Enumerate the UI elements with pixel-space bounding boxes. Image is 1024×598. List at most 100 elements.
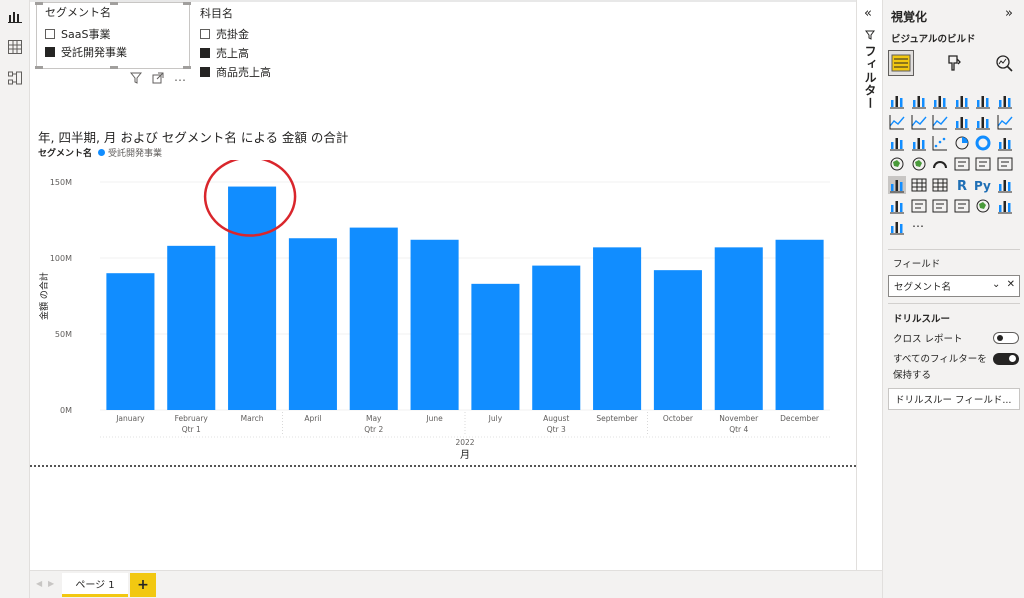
checkbox[interactable] [200,48,210,58]
x-tick-label: October [663,414,694,423]
bar-april [288,238,337,410]
legend-marker [98,149,106,156]
filter-icon[interactable] [129,72,143,87]
multirow-card-icon[interactable] [974,155,992,173]
power-automate-icon[interactable] [888,218,906,236]
format-tab[interactable] [941,50,967,76]
bar-february [167,245,216,410]
chart-title: 年, 四半期, 月 および セグメント名 による 金額 の合計 [38,130,349,145]
smart-narrative-icon[interactable] [931,197,949,215]
analytics-tab[interactable] [991,50,1017,76]
resize-handle[interactable] [35,66,43,69]
account-slicer[interactable]: 科目名 売掛金 売上高 商品売上高 [200,2,300,80]
next-page-icon[interactable]: ▶ [48,579,54,588]
resize-handle[interactable] [110,2,118,5]
donut-chart-icon[interactable] [974,134,992,152]
funnel-icon[interactable] [910,134,928,152]
more-options-icon[interactable]: ⋯ [174,73,186,87]
more-visuals-icon[interactable]: ⋯ [910,218,928,236]
prev-page-icon[interactable]: ◀ [36,579,42,588]
fields-label: フィールド [893,259,941,270]
cross-report-toggle[interactable] [993,332,1019,344]
filter-pane-collapsed[interactable]: « フィルター [856,0,882,570]
map-icon[interactable] [888,155,906,173]
decomposition-tree-icon[interactable] [888,197,906,215]
ribbon-chart-icon[interactable] [996,113,1014,131]
slicer-item-receivable[interactable]: 売掛金 [200,26,249,42]
stacked-bar-icon[interactable] [888,92,906,110]
svg-text:R: R [957,179,967,194]
expand-icon[interactable]: » [1005,6,1013,21]
arcgis-map-icon[interactable] [974,197,992,215]
line-stacked-column-icon[interactable] [953,113,971,131]
resize-handle[interactable] [110,66,118,69]
clustered-column-icon[interactable] [953,92,971,110]
close-icon[interactable]: ✕ [1007,279,1015,290]
bar-december [775,239,824,410]
slicer-title: セグメント名 [45,6,111,19]
slicer-item-label: 商品売上高 [216,66,271,79]
line-clustered-column-icon[interactable] [974,113,992,131]
pie-chart-icon[interactable] [953,134,971,152]
slicer-item-label: 受託開発事業 [61,46,127,59]
checkbox[interactable] [200,67,210,77]
power-apps-icon[interactable] [996,197,1014,215]
fields-tab[interactable] [888,50,914,76]
divider [888,249,1020,250]
line-chart-icon[interactable] [888,113,906,131]
slicer-icon[interactable] [888,176,906,194]
scatter-icon[interactable] [931,134,949,152]
resize-handle[interactable] [35,2,43,5]
legend-item[interactable]: 受託開発事業 [108,146,162,159]
matrix-icon[interactable] [931,176,949,194]
qna-icon[interactable] [910,197,928,215]
collapse-icon[interactable]: « [864,6,872,21]
filled-map-icon[interactable] [910,155,928,173]
slicer-item-contract-dev[interactable]: 受託開発事業 [45,44,127,60]
key-influencers-icon[interactable] [996,176,1014,194]
checkbox[interactable] [45,29,55,39]
filter-pane-label[interactable]: フィルター [862,45,879,110]
bar-march [228,186,277,410]
stacked-column-icon[interactable] [910,92,928,110]
treemap-icon[interactable] [996,134,1014,152]
bar-july [471,283,520,410]
card-icon[interactable] [953,155,971,173]
checkbox[interactable] [200,29,210,39]
app-window: セグメント名 SaaS事業 受託開発事業 ⋯ 科目名 売掛金 売上高 商品売上高… [0,0,1024,598]
bar-january [106,273,155,410]
view-nav [0,0,30,598]
area-chart-icon[interactable] [910,113,928,131]
field-well-segment[interactable]: セグメント名 ⌄ ✕ [888,275,1020,297]
stacked-column-100-icon[interactable] [996,92,1014,110]
gauge-icon[interactable] [931,155,949,173]
divider [888,303,1020,304]
checkbox[interactable] [45,47,55,57]
y-tick-label: 100M [50,254,72,263]
table-icon[interactable] [910,176,928,194]
kpi-icon[interactable] [996,155,1014,173]
field-well-actions: ⌄ ✕ [992,279,1015,290]
segment-slicer[interactable]: セグメント名 SaaS事業 受託開発事業 [35,2,191,69]
clustered-bar-icon[interactable] [931,92,949,110]
resize-handle[interactable] [183,66,191,69]
slicer-item-saas[interactable]: SaaS事業 [45,26,110,42]
waterfall-icon[interactable] [888,134,906,152]
add-page-button[interactable]: + [130,573,156,597]
report-view-icon[interactable] [5,6,25,26]
page-tab-1[interactable]: ページ 1 [62,573,128,597]
python-visual-icon[interactable]: Py [974,176,992,194]
resize-handle[interactable] [183,2,191,5]
paginated-report-icon[interactable] [953,197,971,215]
keep-filters-toggle[interactable] [993,353,1019,365]
drillthrough-field-well[interactable]: ドリルスルー フィールド... [888,388,1020,410]
stacked-area-icon[interactable] [931,113,949,131]
slicer-item-sales[interactable]: 売上高 [200,45,249,61]
model-view-icon[interactable] [5,68,25,88]
data-view-icon[interactable] [5,37,25,57]
focus-mode-icon[interactable] [152,72,164,87]
slicer-item-product-sales[interactable]: 商品売上高 [200,64,271,80]
chevron-down-icon[interactable]: ⌄ [992,279,1000,290]
stacked-bar-100-icon[interactable] [974,92,992,110]
r-visual-icon[interactable]: R [953,176,971,194]
